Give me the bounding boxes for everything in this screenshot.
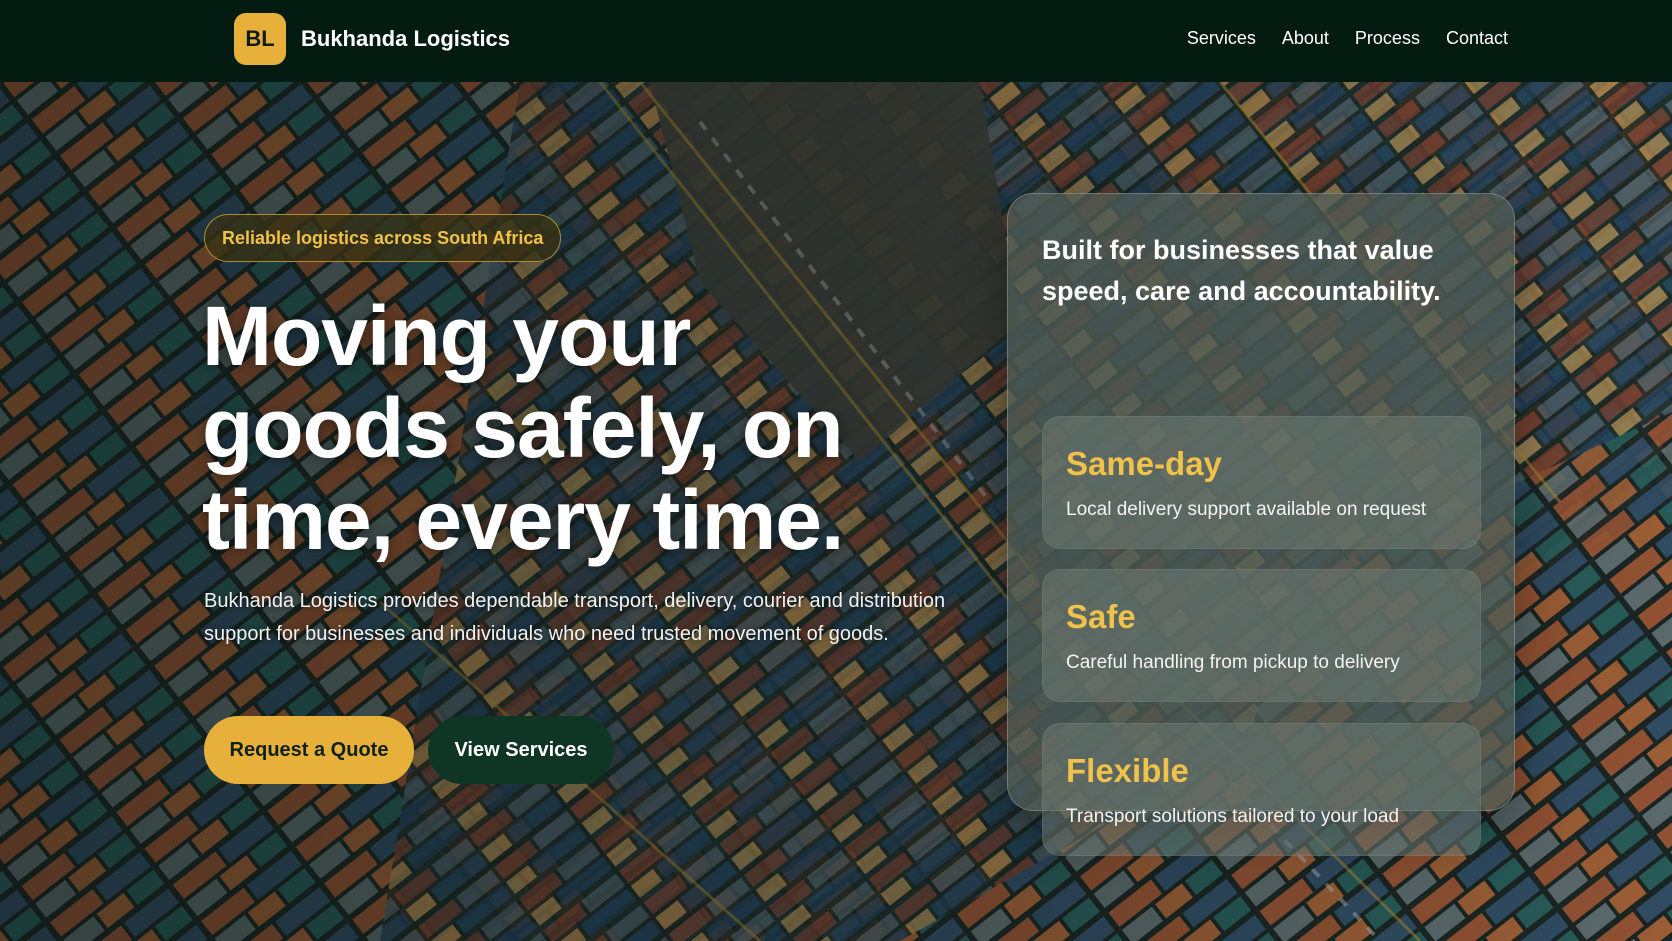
logo-badge[interactable]: BL	[234, 13, 286, 65]
feature-card-flexible: Flexible Transport solutions tailored to…	[1042, 723, 1481, 856]
main-nav: Services About Process Contact	[1187, 28, 1508, 49]
feature-title: Flexible	[1066, 752, 1189, 789]
nav-link-services[interactable]: Services	[1187, 28, 1256, 49]
hero-section: Reliable logistics across South Africa M…	[0, 82, 1672, 941]
feature-card-same-day: Same-day Local delivery support availabl…	[1042, 416, 1481, 549]
hero-headline: Moving your goods safely, on time, every…	[202, 289, 844, 567]
nav-link-process[interactable]: Process	[1355, 28, 1420, 49]
request-quote-button[interactable]: Request a Quote	[204, 716, 414, 784]
feature-title: Same-day	[1066, 445, 1222, 482]
tagline-badge: Reliable logistics across South Africa	[204, 214, 562, 262]
brand[interactable]: BL Bukhanda Logistics	[234, 13, 510, 65]
feature-description: Transport solutions tailored to your loa…	[1066, 806, 1400, 827]
hero-description: Bukhanda Logistics provides dependable t…	[204, 590, 946, 645]
panel-title: Built for businesses that value speed, c…	[1042, 235, 1441, 306]
feature-title: Safe	[1066, 598, 1136, 635]
nav-link-contact[interactable]: Contact	[1446, 28, 1508, 49]
features-panel: Built for businesses that value speed, c…	[1007, 193, 1515, 856]
brand-name[interactable]: Bukhanda Logistics	[301, 26, 510, 52]
top-navigation-bar: BL Bukhanda Logistics Services About Pro…	[0, 0, 1672, 82]
feature-description: Local delivery support available on requ…	[1066, 499, 1427, 520]
view-services-button[interactable]: View Services	[428, 716, 614, 784]
feature-description: Careful handling from pickup to delivery	[1066, 652, 1400, 673]
feature-card-safe: Safe Careful handling from pickup to del…	[1042, 569, 1481, 702]
nav-link-about[interactable]: About	[1282, 28, 1329, 49]
